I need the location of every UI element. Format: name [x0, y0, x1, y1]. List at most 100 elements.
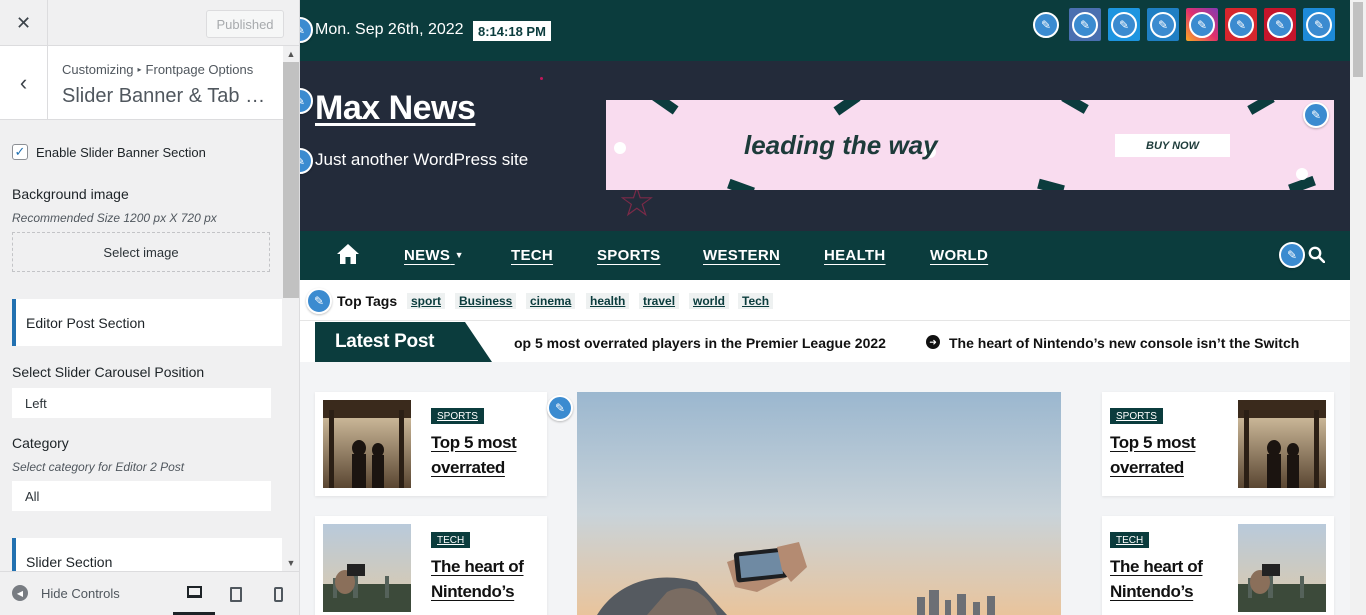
- confetti-shape: [727, 178, 755, 190]
- post-card[interactable]: TECH The heart of Nintendo’s: [1102, 516, 1334, 615]
- confetti-shape: [651, 100, 679, 115]
- enable-slider-banner-checkbox[interactable]: ✓: [12, 144, 28, 160]
- current-time: 8:14:18 PM: [473, 21, 551, 41]
- social-instagram-5[interactable]: ✎: [1186, 8, 1218, 41]
- pencil-icon: ✎: [1072, 11, 1098, 38]
- tag-business[interactable]: Business: [455, 293, 517, 309]
- post-title[interactable]: The heart of Nintendo’s: [1110, 554, 1230, 604]
- latest-post-ticker: Latest Post op 5 most overrated players …: [300, 321, 1350, 362]
- breadcrumb: Customizing ▸ Frontpage Options: [62, 62, 253, 77]
- social-edit-6[interactable]: ✎: [1225, 8, 1257, 41]
- ticker-item-2[interactable]: The heart of Nintendo’s new console isn’…: [949, 335, 1299, 351]
- tag-world[interactable]: world: [689, 293, 729, 309]
- nav-news[interactable]: NEWS ▼: [404, 247, 464, 264]
- social-edit-1[interactable]: ✎: [1030, 8, 1062, 41]
- preview-scroll-thumb[interactable]: [1353, 2, 1363, 77]
- social-edit-3[interactable]: ✎: [1108, 8, 1140, 41]
- select-image-button[interactable]: Select image: [12, 232, 270, 272]
- top-tags-bar: Top Tags sport Business cinema health tr…: [300, 280, 1350, 321]
- post-title[interactable]: Top 5 most overrated: [1110, 430, 1230, 480]
- latest-post-label: Latest Post: [315, 322, 492, 362]
- section-title: Slider Banner & Tab Section: [62, 85, 272, 107]
- category-badge[interactable]: TECH: [431, 532, 471, 548]
- enable-slider-banner-row[interactable]: ✓ Enable Slider Banner Section: [12, 144, 206, 160]
- post-thumbnail[interactable]: [323, 524, 411, 612]
- nav-sports[interactable]: SPORTS: [597, 247, 660, 264]
- preview-scrollbar[interactable]: [1350, 0, 1366, 615]
- confetti-shape: [1037, 178, 1065, 190]
- post-thumbnail[interactable]: [1238, 400, 1326, 488]
- social-edit-2[interactable]: ✎: [1069, 8, 1101, 41]
- category-badge[interactable]: SPORTS: [1110, 408, 1163, 424]
- carousel-position-select[interactable]: Left: [12, 388, 271, 418]
- site-title[interactable]: Max News: [315, 89, 476, 128]
- social-edit-4[interactable]: ✎: [1147, 8, 1179, 41]
- pencil-icon: ✎: [1306, 11, 1332, 38]
- post-card[interactable]: SPORTS Top 5 most overrated: [1102, 392, 1334, 496]
- nav-western[interactable]: WESTERN: [703, 247, 780, 264]
- search-icon[interactable]: [1308, 246, 1325, 263]
- panel-scroll-thumb[interactable]: [283, 62, 299, 298]
- carousel-position-label: Select Slider Carousel Position: [12, 364, 205, 380]
- site-tagline: Just another WordPress site: [315, 150, 529, 169]
- pencil-icon: ✎: [1033, 11, 1059, 38]
- edit-shortcut-nav-icon[interactable]: ✎: [1279, 242, 1305, 268]
- confetti-dot: [1296, 168, 1308, 180]
- post-title[interactable]: Top 5 most overrated: [431, 430, 551, 480]
- enable-slider-banner-label: Enable Slider Banner Section: [36, 144, 206, 160]
- nav-tech[interactable]: TECH: [511, 247, 553, 264]
- pencil-icon: ✎: [1111, 11, 1137, 38]
- confetti-dot: [614, 142, 626, 154]
- social-edit-7[interactable]: ✎: [1264, 8, 1296, 41]
- published-button[interactable]: Published: [206, 10, 284, 38]
- home-icon[interactable]: [336, 243, 360, 265]
- post-card[interactable]: SPORTS Top 5 most overrated: [315, 392, 547, 496]
- edit-shortcut-slider-icon[interactable]: ✎: [547, 395, 573, 421]
- caret-down-icon: ▼: [454, 250, 464, 260]
- customizer-header: ✕ Published: [0, 0, 299, 46]
- category-desc: Select category for Editor 2 Post: [12, 460, 185, 474]
- desktop-preview-button[interactable]: [173, 572, 215, 615]
- post-thumbnail[interactable]: [323, 400, 411, 488]
- nav-health[interactable]: HEALTH: [824, 247, 886, 264]
- ticker-item-1[interactable]: op 5 most overrated players in the Premi…: [514, 335, 886, 351]
- ad-banner[interactable]: leading the way BUY NOW: [606, 100, 1334, 190]
- confetti-shape: [1247, 100, 1275, 115]
- close-icon[interactable]: ✕: [0, 0, 48, 46]
- breadcrumb-parent: Frontpage Options: [145, 62, 254, 77]
- editor-post-section-heading: Editor Post Section: [12, 299, 282, 346]
- top-bar: Mon. Sep 26th, 2022 8:14:18 PM ✎ ✎ ✎ ✎ ✎ ✎ ✎ ✎: [300, 0, 1350, 61]
- tag-tech[interactable]: Tech: [738, 293, 774, 309]
- tag-cinema[interactable]: cinema: [526, 293, 576, 309]
- post-title[interactable]: The heart of Nintendo’s: [431, 554, 551, 604]
- category-label: Category: [12, 435, 69, 451]
- nav-world[interactable]: WORLD: [930, 247, 988, 264]
- nav-news-label: NEWS: [404, 247, 451, 264]
- tag-travel[interactable]: travel: [639, 293, 680, 309]
- mobile-preview-button[interactable]: [257, 572, 299, 615]
- back-icon[interactable]: ‹: [0, 46, 48, 120]
- edit-shortcut-tags-icon[interactable]: ✎: [306, 288, 332, 314]
- breadcrumb-arrow-icon: ▸: [137, 65, 142, 74]
- background-image-desc: Recommended Size 1200 px X 720 px: [12, 211, 217, 225]
- tag-sport[interactable]: sport: [407, 293, 445, 309]
- scroll-up-icon[interactable]: ▲: [283, 46, 299, 62]
- top-tags-title: Top Tags: [337, 293, 398, 309]
- post-thumbnail[interactable]: [1238, 524, 1326, 612]
- post-card[interactable]: TECH The heart of Nintendo’s: [315, 516, 547, 615]
- panel-scrollbar[interactable]: ▲ ▼: [283, 46, 299, 571]
- tablet-preview-button[interactable]: [215, 572, 257, 615]
- hide-controls-button[interactable]: ◀ Hide Controls: [12, 585, 120, 601]
- edit-shortcut-banner-icon[interactable]: ✎: [1303, 102, 1329, 128]
- slider-hero-image[interactable]: [577, 392, 1061, 615]
- site-preview: Mon. Sep 26th, 2022 8:14:18 PM ✎ ✎ ✎ ✎ ✎ ✎ ✎ ✎ …: [300, 0, 1366, 615]
- social-edit-8[interactable]: ✎: [1303, 8, 1335, 41]
- category-badge[interactable]: SPORTS: [431, 408, 484, 424]
- scroll-down-icon[interactable]: ▼: [283, 555, 299, 571]
- desktop-icon: [186, 586, 202, 598]
- tag-health[interactable]: health: [586, 293, 630, 309]
- category-badge[interactable]: TECH: [1110, 532, 1150, 548]
- buy-now-button[interactable]: BUY NOW: [1115, 134, 1230, 157]
- category-select[interactable]: All: [12, 481, 271, 511]
- collapse-icon: ◀: [12, 585, 28, 601]
